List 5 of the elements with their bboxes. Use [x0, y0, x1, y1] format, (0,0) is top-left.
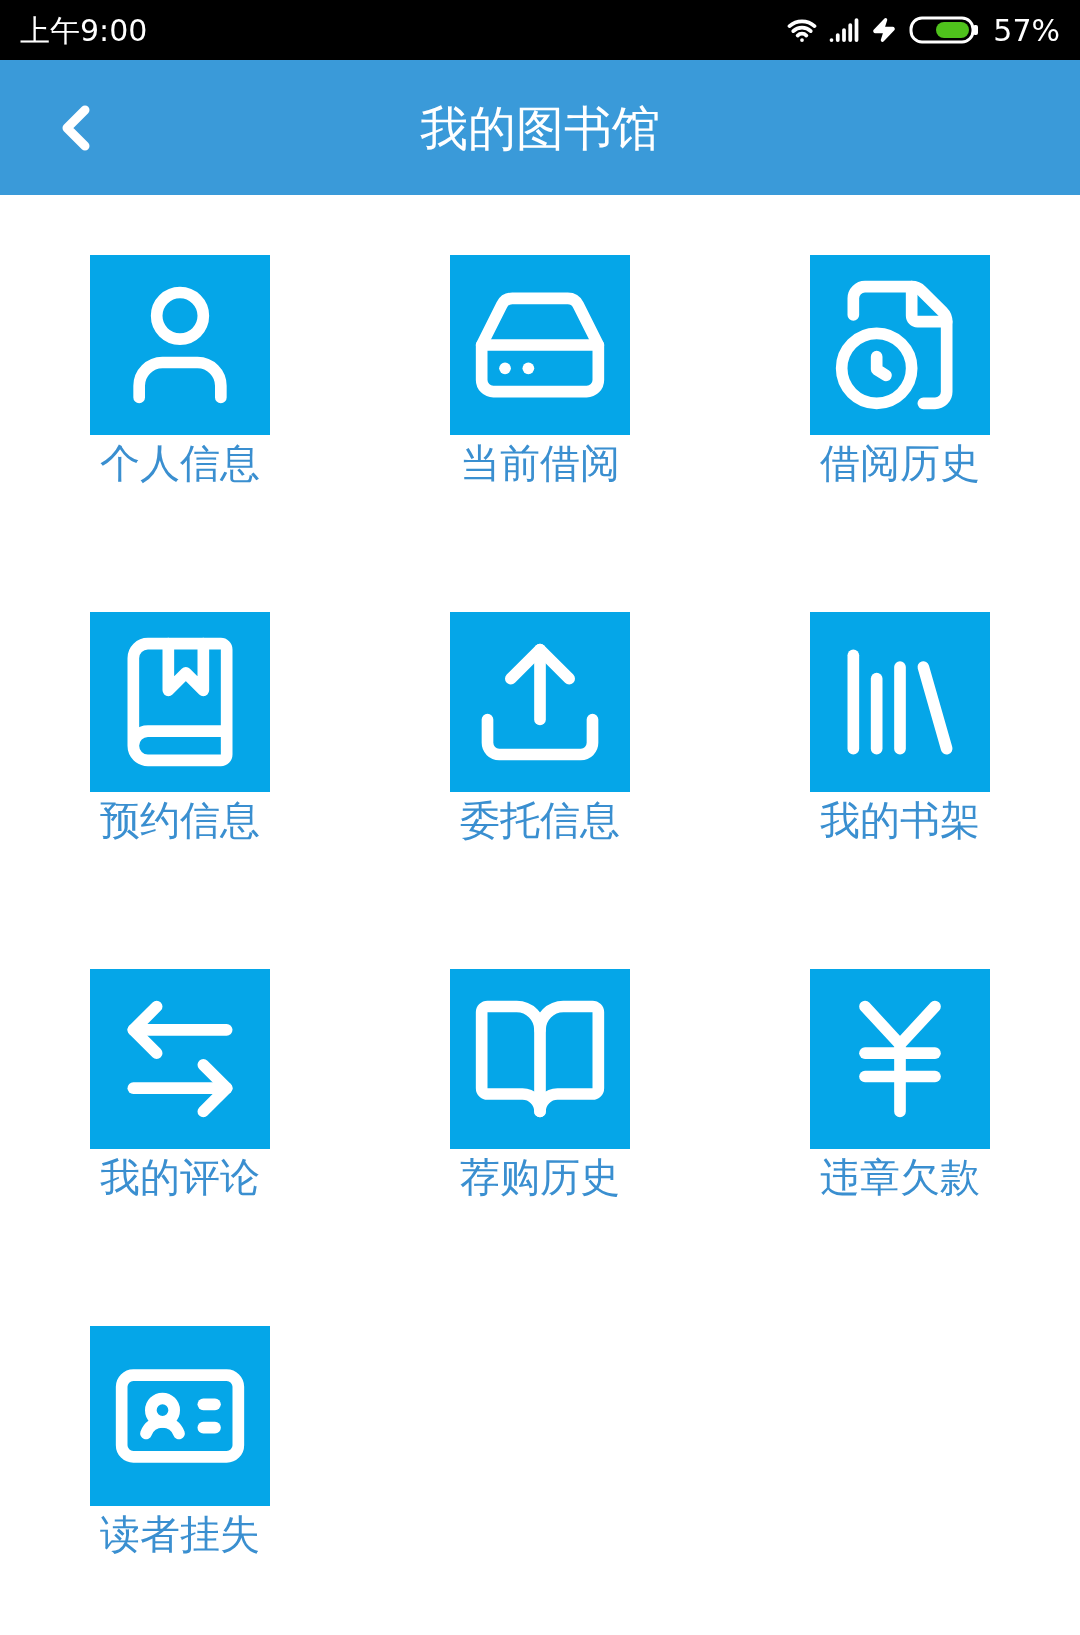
page-title: 我的图书馆: [419, 98, 661, 158]
signal-icon: [829, 15, 860, 45]
status-time: 上午9:00: [20, 11, 148, 50]
battery-percent: 57%: [993, 11, 1060, 50]
charging-icon: [871, 17, 898, 43]
